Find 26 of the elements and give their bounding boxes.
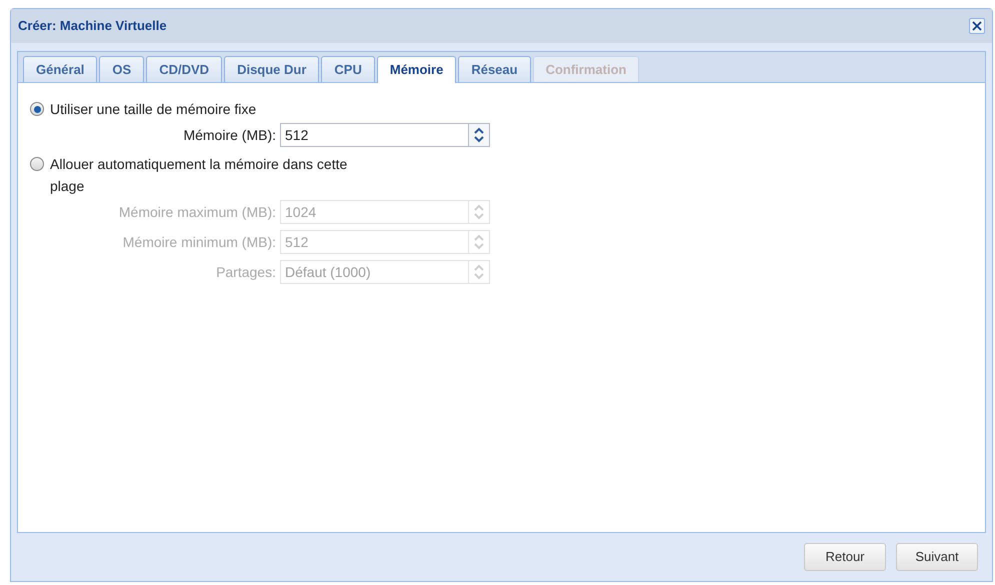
tab[interactable]: CD/DVD <box>146 56 222 82</box>
tab[interactable]: Disque Dur <box>224 56 320 82</box>
spin-arrows-icon <box>473 263 485 281</box>
radio-button[interactable] <box>30 157 44 171</box>
field-label: Mémoire (MB): <box>182 126 277 145</box>
spinner-buttons[interactable] <box>468 123 490 147</box>
window-title: Créer: Machine Virtuelle <box>18 17 167 36</box>
radio-label: Utiliser une taille de mémoire fixe <box>50 100 258 119</box>
field-label: Partages: <box>215 262 277 282</box>
number-field[interactable]: 512 <box>280 123 468 147</box>
radio-label: Allouer automatiquement la mémoire dans cette plage <box>50 155 348 196</box>
next-button[interactable]: Suivant <box>896 543 978 571</box>
tab[interactable]: OS <box>99 56 144 82</box>
field-label: Mémoire maximum (MB): <box>118 202 277 222</box>
close-button[interactable] <box>969 18 985 34</box>
field-label: Mémoire minimum (MB): <box>122 232 277 252</box>
tab[interactable]: Réseau <box>458 56 531 82</box>
spin-arrows-icon <box>473 126 485 144</box>
radio-button[interactable] <box>30 102 44 116</box>
spin-arrows-icon <box>473 233 485 251</box>
spin-arrows-icon <box>473 203 485 221</box>
tab[interactable]: Mémoire <box>376 56 456 83</box>
tab[interactable]: CPU <box>321 56 375 82</box>
back-button[interactable]: Retour <box>804 543 886 571</box>
tab[interactable]: Général <box>23 56 98 82</box>
close-icon <box>972 21 982 31</box>
